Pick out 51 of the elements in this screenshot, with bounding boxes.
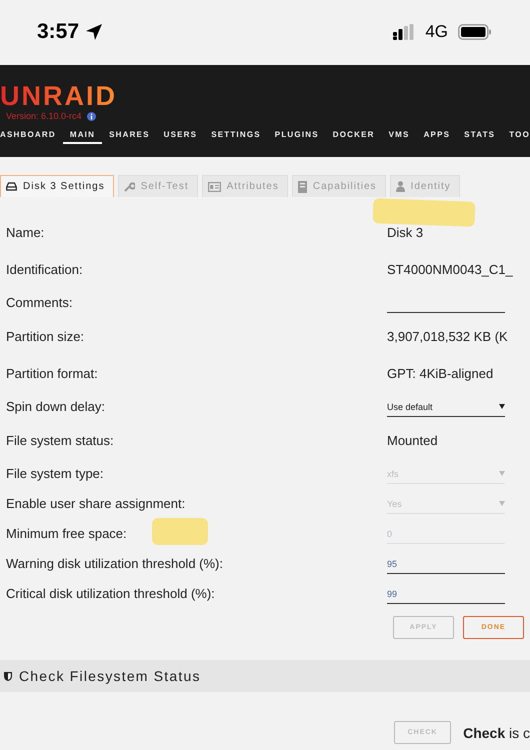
setting-value: 3,907,018,532 KB (K [387, 329, 508, 344]
shield-icon [4, 672, 12, 680]
setting-label: Enable user share assignment: [6, 496, 186, 511]
setting-value: Disk 3 [387, 225, 424, 240]
setting-value: ST4000NM0043_C1_ [387, 262, 513, 277]
setting-label: Comments: [6, 295, 72, 310]
location-arrow-icon [85, 22, 104, 40]
section-title: Check Filesystem Status [19, 668, 201, 684]
battery-icon [458, 24, 492, 40]
caret-icon [499, 404, 505, 409]
nav-link[interactable]: PLUGINS [268, 130, 326, 144]
clock-time: 3:57 [37, 20, 80, 44]
nav-link[interactable]: DOCKER [326, 130, 382, 144]
input-field[interactable]: 99 [387, 584, 505, 604]
nav-link[interactable]: STATS [457, 130, 502, 144]
highlight-mark [152, 518, 208, 545]
network-type: 4G [425, 22, 448, 42]
setting-label: Critical disk utilization threshold (%): [6, 586, 215, 601]
drive-icon [6, 182, 17, 191]
setting-label: Identification: [6, 262, 83, 276]
check-note: Check is c [463, 724, 530, 740]
setting-label: Warning disk utilization threshold (%): [6, 556, 223, 571]
setting-label: File system status: [6, 432, 114, 448]
tab[interactable]: Disk 3 Settings [0, 175, 114, 197]
nav-link[interactable]: SHARES [102, 130, 157, 144]
input-field[interactable]: 95 [387, 554, 505, 574]
setting-label: Name: [6, 224, 44, 240]
nav-link[interactable]: SETTINGS [204, 130, 268, 144]
setting-value: Mounted [387, 433, 438, 448]
user-icon [396, 181, 405, 192]
setting-label: File system type: [6, 466, 104, 481]
wrench-icon [124, 181, 135, 192]
signal-icon [393, 24, 416, 40]
nav-link[interactable]: VMS [382, 130, 417, 144]
caret-icon [499, 471, 505, 476]
version-text: Version: 6.10.0-rc4 [6, 111, 82, 121]
nav-link[interactable]: USERS [156, 130, 204, 144]
setting-label: Spin down delay: [6, 399, 106, 414]
nav-link[interactable]: APPS [416, 130, 458, 144]
nav-link[interactable]: ASHBOARD [0, 130, 63, 144]
setting-label: Partition format: [6, 366, 98, 380]
info-icon [86, 112, 96, 120]
server-icon [298, 180, 307, 192]
nav-link[interactable]: TOO [502, 130, 530, 144]
setting-value: GPT: 4KiB-aligned [387, 366, 494, 381]
id-card-icon [208, 182, 221, 192]
caret-icon [499, 501, 505, 506]
setting-label: Minimum free space: [6, 526, 127, 541]
dropdown[interactable]: Use default [387, 398, 505, 416]
setting-label: Partition size: [6, 328, 84, 344]
nav-link[interactable]: MAIN [62, 130, 102, 144]
